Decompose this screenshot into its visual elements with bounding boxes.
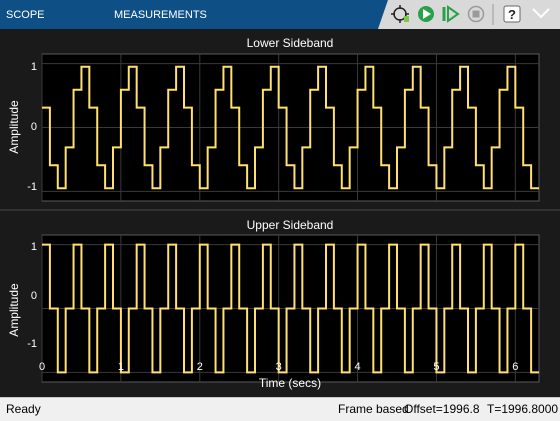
- display-lower-sideband: Lower Sideband 1 0 -1 Amplitude: [7, 36, 540, 202]
- ylabel-lower: Amplitude: [7, 100, 21, 154]
- display-upper-sideband: Upper Sideband 1 0 -1 Amplitude: [7, 218, 540, 383]
- xaxis-label: Time (secs): [259, 376, 321, 390]
- run-icon[interactable]: [418, 6, 434, 22]
- xtick-label: 1: [118, 361, 124, 373]
- ytick-label: 0: [31, 121, 37, 133]
- xtick-label: 6: [512, 361, 518, 373]
- scope-canvas: Lower Sideband 1 0 -1 Amplitude Upper Si…: [0, 29, 560, 397]
- status-ready: Ready: [6, 402, 41, 416]
- plot-title-lower: Lower Sideband: [247, 36, 334, 50]
- xtick-label: 4: [354, 361, 360, 373]
- ytick-label: 1: [31, 241, 37, 253]
- plot-title-upper: Upper Sideband: [247, 218, 334, 232]
- ytick-label: -1: [27, 181, 37, 193]
- ytick-label: 1: [31, 61, 37, 73]
- xtick-label: 2: [197, 361, 203, 373]
- svg-text:?: ?: [508, 7, 516, 22]
- status-offset: Offset=1996.8: [404, 402, 480, 416]
- scope-plots: Lower Sideband 1 0 -1 Amplitude Upper Si…: [0, 36, 560, 390]
- ytick-label: -1: [27, 338, 37, 350]
- ytick-label: 0: [31, 290, 37, 302]
- xtick-label: 3: [276, 361, 282, 373]
- toolstrip: SCOPE MEASUREMENTS ?: [0, 0, 560, 29]
- help-icon[interactable]: ?: [503, 5, 521, 23]
- xtick-label: 0: [39, 361, 45, 373]
- tab-measurements[interactable]: MEASUREMENTS: [114, 0, 214, 29]
- status-bar: Ready Frame based Offset=1996.8 T=1996.8…: [0, 397, 560, 421]
- xtick-label: 5: [433, 361, 439, 373]
- tab-scope[interactable]: SCOPE: [6, 0, 62, 29]
- status-time: T=1996.8000: [487, 402, 559, 416]
- ylabel-upper: Amplitude: [7, 283, 21, 337]
- status-mode: Frame based: [338, 402, 409, 416]
- quick-access-toolbar: ?: [378, 0, 560, 29]
